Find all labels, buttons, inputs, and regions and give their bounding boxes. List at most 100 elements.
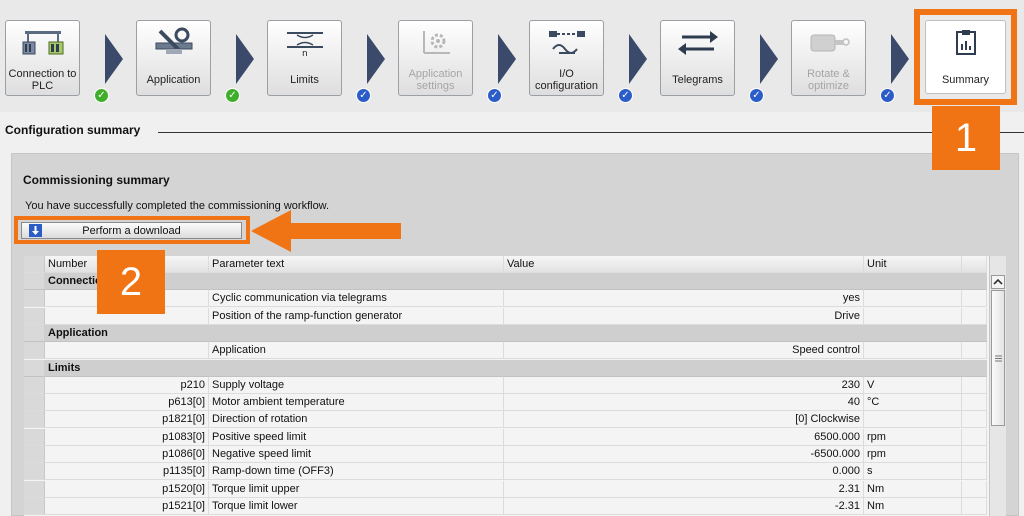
limits-icon: n <box>268 25 341 59</box>
cell-spacer <box>962 342 987 360</box>
chevron-right-icon <box>105 34 123 84</box>
step-connection-to-plc[interactable]: Connection to PLC <box>5 20 80 96</box>
cell-unit <box>864 290 962 308</box>
step-label: Application <box>146 74 201 86</box>
table-group-row[interactable]: Limits <box>24 359 987 377</box>
step-io-configuration[interactable]: I/O configuration <box>529 20 604 96</box>
chevron-right-icon <box>629 34 647 84</box>
svg-text:n: n <box>302 49 308 57</box>
cell-value <box>504 324 864 342</box>
row-selector <box>24 428 45 446</box>
callout-number-1: 1 <box>932 106 1000 170</box>
clipboard-icon <box>926 25 1005 59</box>
cell-number: Limits <box>45 359 209 377</box>
row-selector <box>24 394 45 412</box>
step-label: Rotate & optimize <box>807 68 850 92</box>
cell-value: 0.000 <box>504 463 864 481</box>
cell-value <box>504 359 864 377</box>
table-row[interactable]: p1821[0] Direction of rotation [0] Clockwi… <box>24 411 987 429</box>
cell-number: p1520[0] <box>45 480 209 498</box>
cell-parameter-text: Torque limit upper <box>209 480 504 498</box>
chevron-right-icon <box>367 34 385 84</box>
check-icon: ✓ <box>356 88 371 103</box>
cell-parameter-text <box>209 359 504 377</box>
row-selector <box>24 411 45 429</box>
parameter-table: Number Parameter text Value Unit Connect… <box>24 256 992 516</box>
table-group-row[interactable]: Connection <box>24 273 987 290</box>
check-icon: ✓ <box>880 88 895 103</box>
step-telegrams[interactable]: Telegrams <box>660 20 735 96</box>
cell-unit <box>864 342 962 360</box>
cell-value: yes <box>504 290 864 308</box>
step-label: Summary <box>941 74 990 86</box>
cell-parameter-text: Positive speed limit <box>209 428 504 446</box>
table-group-row[interactable]: Application <box>24 324 987 342</box>
cell-spacer <box>962 446 987 463</box>
table-row[interactable]: p613[0] Motor ambient temperature 40 °C <box>24 394 987 412</box>
cell-number: p613[0] <box>45 394 209 412</box>
scroll-up-button[interactable] <box>991 275 1005 289</box>
cell-value: 230 <box>504 376 864 394</box>
chevron-right-icon <box>891 34 909 84</box>
cell-spacer <box>962 324 987 342</box>
cell-parameter-text <box>209 273 504 290</box>
cell-spacer <box>962 428 987 446</box>
cell-spacer <box>962 290 987 308</box>
table-row[interactable]: p1520[0] Torque limit upper 2.31 Nm <box>24 480 987 498</box>
step-label: I/O configuration <box>535 68 598 92</box>
cell-spacer <box>962 359 987 377</box>
section-title: Configuration summary <box>5 123 141 137</box>
table-row[interactable]: p1083[0] Positive speed limit 6500.000 rpm <box>24 428 987 446</box>
table-row[interactable]: Application Speed control <box>24 342 987 360</box>
step-label: Application settings <box>408 68 463 92</box>
row-selector <box>24 480 45 498</box>
table-row[interactable]: p1086[0] Negative speed limit -6500.000 rpm <box>24 446 987 463</box>
table-row[interactable]: p210 Supply voltage 230 V <box>24 376 987 394</box>
step-limits[interactable]: n Limits <box>267 20 342 96</box>
cell-value: 2.31 <box>504 480 864 498</box>
cell-number: p1083[0] <box>45 428 209 446</box>
cell-unit <box>864 307 962 325</box>
row-selector <box>24 307 45 325</box>
step-summary[interactable]: Summary <box>925 20 1006 94</box>
row-selector <box>24 324 45 342</box>
perform-download-button[interactable]: Perform a download <box>21 222 242 239</box>
cell-value: 40 <box>504 394 864 412</box>
cell-unit <box>864 411 962 429</box>
cell-spacer <box>962 376 987 394</box>
cell-spacer <box>962 497 987 515</box>
cell-number: p1521[0] <box>45 497 209 515</box>
cell-parameter-text: Ramp-down time (OFF3) <box>209 463 504 481</box>
column-header-parameter-text[interactable]: Parameter text <box>209 256 504 273</box>
io-configuration-icon <box>530 25 603 59</box>
tools-icon <box>137 25 210 59</box>
cell-parameter-text <box>209 324 504 342</box>
column-header-unit[interactable]: Unit <box>864 256 962 273</box>
row-selector <box>24 359 45 377</box>
column-header-value[interactable]: Value <box>504 256 864 273</box>
cell-unit: rpm <box>864 428 962 446</box>
cell-spacer <box>962 480 987 498</box>
cell-unit: rpm <box>864 446 962 463</box>
cell-value: [0] Clockwise <box>504 411 864 429</box>
cell-parameter-text: Direction of rotation <box>209 411 504 429</box>
step-label: Telegrams <box>672 74 723 86</box>
cell-number <box>45 342 209 360</box>
check-icon: ✓ <box>487 88 502 103</box>
callout-number-2: 2 <box>97 250 165 314</box>
table-row[interactable]: p1521[0] Torque limit lower -2.31 Nm <box>24 497 987 515</box>
table-row[interactable]: Cyclic communication via telegrams yes <box>24 290 987 308</box>
cell-parameter-text: Motor ambient temperature <box>209 394 504 412</box>
row-selector-header <box>24 256 45 273</box>
row-selector <box>24 376 45 394</box>
step-application[interactable]: Application <box>136 20 211 96</box>
step-application-settings: Application settings <box>398 20 473 96</box>
table-row[interactable]: p1135[0] Ramp-down time (OFF3) 0.000 s <box>24 463 987 481</box>
table-scrollbar[interactable] <box>989 256 1006 516</box>
commissioning-workflow-bar: Connection to PLC ✓ Application ✓ n Limi… <box>0 0 1024 112</box>
scroll-thumb[interactable] <box>991 290 1005 426</box>
step-label: Connection to PLC <box>8 68 77 92</box>
table-row[interactable]: Position of the ramp-function generator D… <box>24 307 987 325</box>
cell-unit <box>864 324 962 342</box>
cell-number: p1821[0] <box>45 411 209 429</box>
